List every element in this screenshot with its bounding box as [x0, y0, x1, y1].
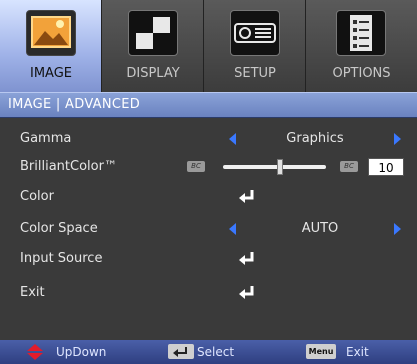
- brilliantcolor-value: 10: [368, 158, 404, 176]
- color-space-value: AUTO: [301, 221, 339, 236]
- brilliantcolor-slider[interactable]: [223, 165, 326, 169]
- gamma-label: Gamma: [20, 131, 72, 146]
- menu-key-icon: Menu: [306, 344, 336, 359]
- input-source-label: Input Source: [20, 251, 103, 266]
- exit-label: Exit: [20, 285, 45, 300]
- menu-tabs: IMAGE DISPLAY SETUP OPTIONS: [0, 0, 417, 92]
- arrow-left-icon[interactable]: [229, 223, 236, 235]
- bc-min-icon: BC: [187, 161, 205, 172]
- color-space-label: Color Space: [20, 221, 98, 236]
- tab-setup[interactable]: SETUP: [204, 0, 306, 92]
- projector-osd-menu: IMAGE DISPLAY SETUP OPTIONS IMAGE | ADVA…: [0, 0, 417, 364]
- footer-exit: Exit: [346, 345, 369, 359]
- menu-row-brilliantcolor[interactable]: BrilliantColor™ BC BC 10: [0, 152, 417, 182]
- image-icon: [26, 10, 76, 56]
- setup-icon: [230, 10, 280, 56]
- brilliantcolor-label: BrilliantColor™: [20, 159, 117, 174]
- gamma-value: Graphics: [286, 131, 344, 146]
- tab-setup-label: SETUP: [234, 66, 276, 81]
- menu-row-color[interactable]: Color: [0, 182, 417, 212]
- tab-options[interactable]: OPTIONS: [306, 0, 417, 92]
- arrow-right-icon[interactable]: [394, 223, 401, 235]
- enter-icon[interactable]: [238, 188, 256, 206]
- tab-options-label: OPTIONS: [332, 66, 391, 81]
- footer-help-bar: UpDown Select Menu Exit: [0, 340, 417, 364]
- footer-updown: UpDown: [56, 345, 107, 359]
- color-label: Color: [20, 189, 54, 204]
- options-icon: [336, 10, 386, 56]
- tab-display-label: DISPLAY: [126, 66, 180, 81]
- updown-arrow-icon: [27, 344, 43, 360]
- page-title-bar: IMAGE | ADVANCED: [0, 92, 417, 118]
- tab-display[interactable]: DISPLAY: [102, 0, 204, 92]
- menu-row-gamma[interactable]: Gamma Graphics: [0, 124, 417, 154]
- footer-select: Select: [197, 345, 235, 359]
- enter-icon[interactable]: [238, 250, 256, 268]
- menu-row-color-space[interactable]: Color Space AUTO: [0, 214, 417, 244]
- enter-icon[interactable]: [238, 284, 256, 302]
- page-title: IMAGE | ADVANCED: [8, 97, 141, 112]
- display-icon: [128, 10, 178, 56]
- slider-thumb[interactable]: [276, 159, 283, 175]
- tab-image[interactable]: IMAGE: [0, 0, 102, 92]
- menu-row-exit[interactable]: Exit: [0, 278, 417, 308]
- bc-max-icon: BC: [340, 161, 358, 172]
- tab-image-label: IMAGE: [29, 66, 72, 81]
- arrow-right-icon[interactable]: [394, 133, 401, 145]
- menu-row-input-source[interactable]: Input Source: [0, 244, 417, 274]
- enter-key-icon: [168, 344, 194, 359]
- arrow-left-icon[interactable]: [229, 133, 236, 145]
